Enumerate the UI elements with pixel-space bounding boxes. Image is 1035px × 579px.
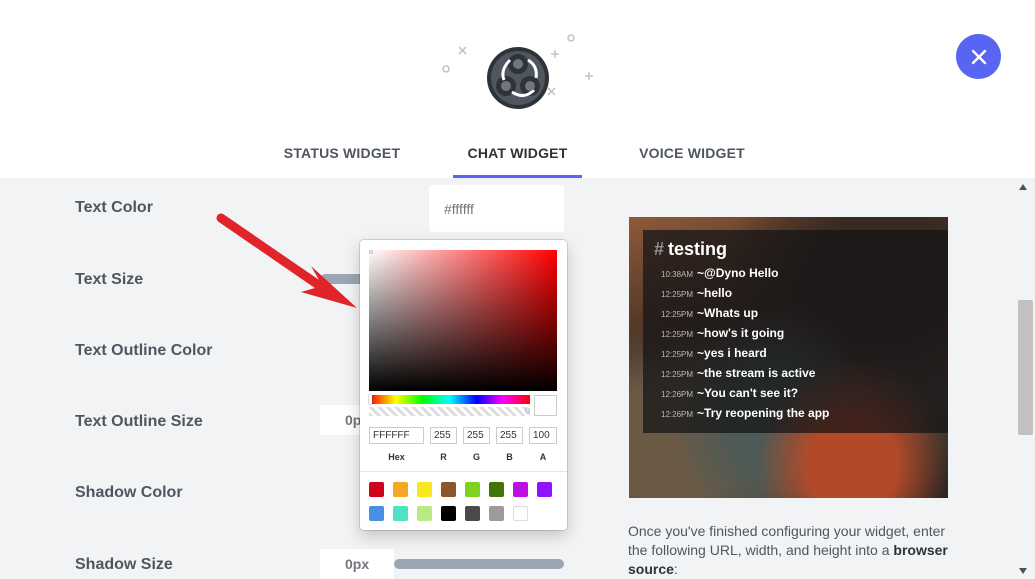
- instructions-text: Once you've finished configuring your wi…: [628, 523, 948, 577]
- shadow-size-value[interactable]: 0px: [320, 549, 394, 579]
- saturation-cursor[interactable]: [369, 250, 373, 254]
- color-swatch[interactable]: [465, 482, 480, 497]
- color-swatch[interactable]: [513, 506, 528, 521]
- chat-message: 12:25PM ~hello: [661, 286, 732, 300]
- r-label: R: [440, 452, 447, 462]
- message-timestamp: 12:25PM: [661, 370, 694, 379]
- color-swatch[interactable]: [393, 506, 408, 521]
- close-button[interactable]: [956, 34, 1001, 79]
- color-swatch[interactable]: [369, 506, 384, 521]
- scroll-up-arrow-icon[interactable]: [1019, 184, 1027, 190]
- text-color-input[interactable]: #ffffff: [429, 185, 564, 232]
- color-swatch[interactable]: [393, 482, 408, 497]
- logo-area: [440, 30, 600, 120]
- modal-header: STATUS WIDGET CHAT WIDGET VOICE WIDGET: [0, 0, 1035, 178]
- message-timestamp: 12:25PM: [661, 330, 694, 339]
- shadow-size-slider[interactable]: [394, 559, 564, 569]
- color-swatch[interactable]: [489, 506, 504, 521]
- g-field[interactable]: 255: [463, 427, 490, 444]
- b-field[interactable]: 255: [496, 427, 523, 444]
- message-text: ~the stream is active: [697, 366, 816, 380]
- chat-message: 12:25PM ~yes i heard: [661, 346, 767, 360]
- message-timestamp: 12:25PM: [661, 350, 694, 359]
- hex-field[interactable]: FFFFFF: [369, 427, 424, 444]
- chat-message: 10:38AM ~@Dyno Hello: [661, 266, 778, 280]
- saturation-area[interactable]: [369, 250, 557, 391]
- close-icon: [971, 49, 986, 64]
- a-label: A: [539, 452, 547, 462]
- color-picker-popup: 0 FFFFFF 255 255 255 100 Hex R G B A: [360, 240, 567, 530]
- picker-divider: [360, 471, 567, 472]
- scroll-down-arrow-icon[interactable]: [1019, 568, 1027, 574]
- hue-slider[interactable]: [369, 395, 530, 404]
- chat-panel: # testing 10:38AM ~@Dyno Hello 12:25PM ~hell…: [643, 230, 948, 433]
- color-swatch[interactable]: [489, 482, 504, 497]
- color-preview-swatch: [534, 395, 557, 416]
- hue-handle[interactable]: [369, 395, 372, 404]
- tab-chat-widget[interactable]: CHAT WIDGET: [453, 145, 582, 178]
- channel-title: # testing: [654, 239, 727, 260]
- chat-message: 12:25PM ~Whats up: [661, 306, 758, 320]
- text-size-label: Text Size: [75, 271, 144, 288]
- shadow-color-label: Shadow Color: [75, 484, 183, 501]
- tab-voice-widget[interactable]: VOICE WIDGET: [636, 145, 748, 178]
- obs-logo-icon: [442, 34, 593, 109]
- message-text: ~You can't see it?: [697, 386, 799, 400]
- chat-message: 12:25PM ~how's it going: [661, 326, 784, 340]
- color-swatch[interactable]: [369, 482, 384, 497]
- color-swatch[interactable]: [441, 506, 456, 521]
- shadow-size-label: Shadow Size: [75, 556, 173, 573]
- b-label: B: [506, 452, 513, 462]
- color-swatch[interactable]: [417, 506, 432, 521]
- message-text: ~Whats up: [697, 306, 759, 320]
- g-label: G: [472, 452, 480, 462]
- message-text: ~yes i heard: [697, 346, 767, 360]
- alpha-zero-label: 0: [525, 406, 531, 416]
- annotation-arrow-icon: [216, 213, 357, 308]
- message-text: ~hello: [697, 286, 733, 300]
- message-timestamp: 12:25PM: [661, 310, 694, 319]
- hash-icon: #: [654, 239, 665, 259]
- text-color-label: Text Color: [75, 199, 153, 216]
- a-field[interactable]: 100: [529, 427, 557, 444]
- message-text: ~how's it going: [697, 326, 785, 340]
- color-swatch[interactable]: [537, 482, 552, 497]
- chat-message: 12:26PM ~You can't see it?: [661, 386, 798, 400]
- message-timestamp: 12:26PM: [661, 410, 694, 419]
- color-swatch[interactable]: [465, 506, 480, 521]
- message-timestamp: 10:38AM: [661, 270, 694, 279]
- scrollbar-thumb[interactable]: [1018, 300, 1033, 435]
- text-outline-color-label: Text Outline Color: [75, 342, 213, 359]
- chat-widget-preview: # testing 10:38AM ~@Dyno Hello 12:25PM ~hell…: [629, 217, 948, 498]
- r-field[interactable]: 255: [430, 427, 457, 444]
- color-swatch[interactable]: [441, 482, 456, 497]
- alpha-slider[interactable]: [369, 407, 530, 416]
- color-swatch[interactable]: [417, 482, 432, 497]
- hex-label: Hex: [388, 452, 405, 462]
- tab-status-widget[interactable]: STATUS WIDGET: [282, 145, 402, 178]
- chat-message: 12:25PM ~the stream is active: [661, 366, 815, 380]
- message-timestamp: 12:26PM: [661, 390, 694, 399]
- text-outline-size-label: Text Outline Size: [75, 413, 203, 430]
- message-timestamp: 12:25PM: [661, 290, 694, 299]
- channel-name: testing: [668, 239, 728, 259]
- message-text: ~@Dyno Hello: [697, 266, 779, 280]
- widget-tabs: STATUS WIDGET CHAT WIDGET VOICE WIDGET: [0, 140, 1035, 178]
- message-text: ~Try reopening the app: [697, 406, 830, 420]
- color-swatch[interactable]: [513, 482, 528, 497]
- chat-message: 12:26PM ~Try reopening the app: [661, 406, 829, 420]
